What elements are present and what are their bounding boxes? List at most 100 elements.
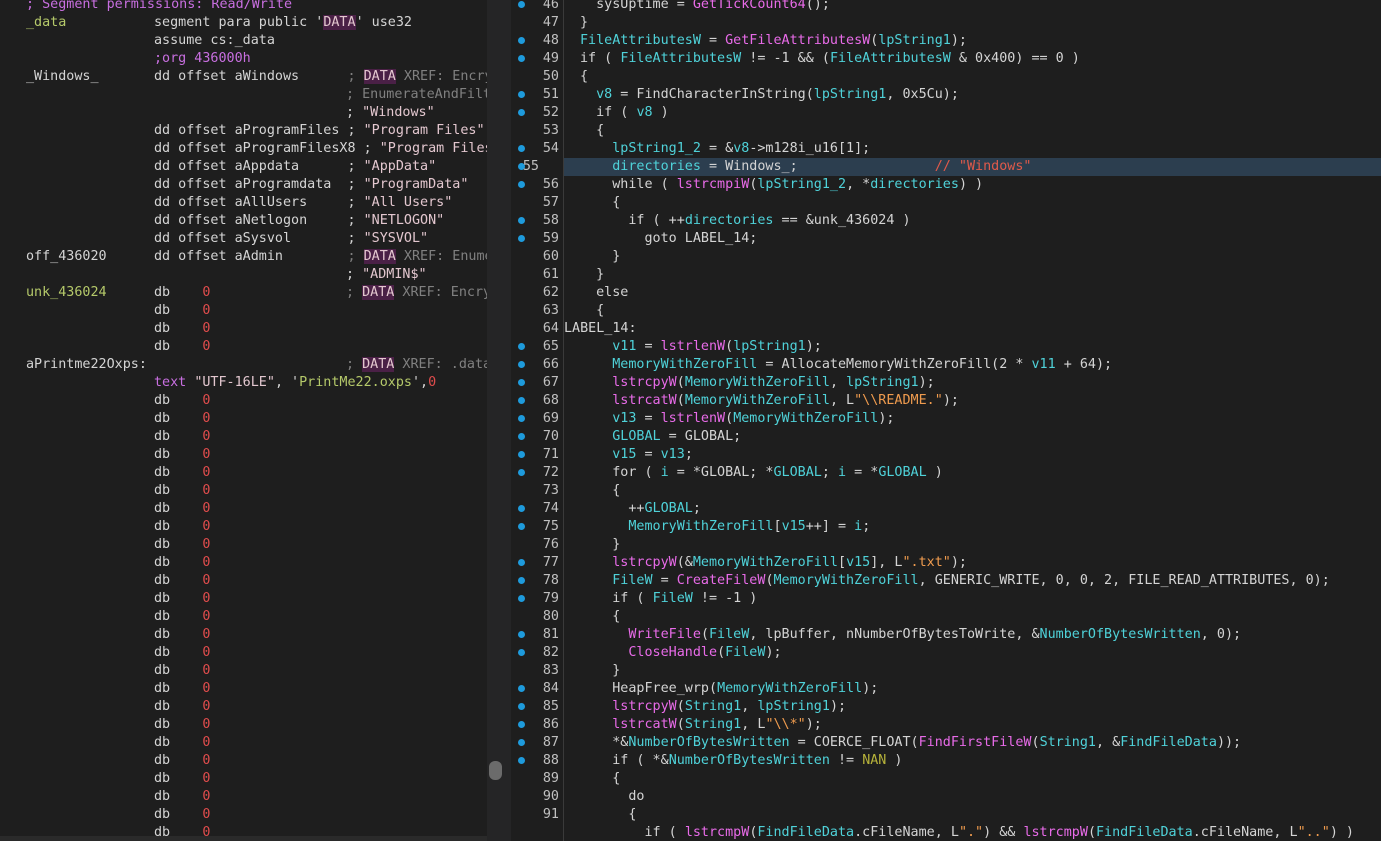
code-line[interactable]: 85 lstrcpyW(String1, lpString1);	[511, 698, 1381, 716]
disasm-line[interactable]: db 0	[0, 698, 487, 716]
disasm-line[interactable]: db 0	[0, 338, 487, 356]
breakpoint-dot-icon[interactable]	[518, 181, 525, 188]
disasm-line[interactable]: db 0	[0, 770, 487, 788]
breakpoint-dot-icon[interactable]	[518, 631, 525, 638]
disasm-line[interactable]: ;org 436000h	[0, 50, 487, 68]
code-line[interactable]: 76 }	[511, 536, 1381, 554]
code-line[interactable]: 91 {	[511, 806, 1381, 824]
code-line[interactable]: 70 GLOBAL = GLOBAL;	[511, 428, 1381, 446]
breakpoint-dot-icon[interactable]	[518, 379, 525, 386]
breakpoint-dot-icon[interactable]	[518, 757, 525, 764]
disasm-line[interactable]: db 0	[0, 626, 487, 644]
code-line[interactable]: 65 v11 = lstrlenW(lpString1);	[511, 338, 1381, 356]
disasm-line[interactable]: db 0	[0, 482, 487, 500]
code-line[interactable]: 67 lstrcpyW(MemoryWithZeroFill, lpString…	[511, 374, 1381, 392]
code-line[interactable]: 60 }	[511, 248, 1381, 266]
breakpoint-dot-icon[interactable]	[518, 91, 525, 98]
code-line[interactable]: 58 if ( ++directories == &unk_436024 )	[511, 212, 1381, 230]
breakpoint-dot-icon[interactable]	[518, 1, 525, 8]
disasm-line[interactable]: dd offset aProgramFilesX8 ; "Program Fil…	[0, 140, 487, 158]
code-line[interactable]: 66 MemoryWithZeroFill = AllocateMemoryWi…	[511, 356, 1381, 374]
code-line[interactable]: 69 v13 = lstrlenW(MemoryWithZeroFill);	[511, 410, 1381, 428]
disasm-line[interactable]: db 0	[0, 644, 487, 662]
breakpoint-dot-icon[interactable]	[518, 721, 525, 728]
breakpoint-dot-icon[interactable]	[518, 145, 525, 152]
disasm-line[interactable]: aPrintme22Oxps:; DATA XREF: .data	[0, 356, 487, 374]
disasm-line[interactable]: db 0	[0, 806, 487, 824]
disasm-line[interactable]: db 0	[0, 302, 487, 320]
disasm-line[interactable]: dd offset aProgramdata ; "ProgramData"	[0, 176, 487, 194]
breakpoint-dot-icon[interactable]	[518, 739, 525, 746]
breakpoint-dot-icon[interactable]	[518, 703, 525, 710]
code-line[interactable]: 71 v15 = v13;	[511, 446, 1381, 464]
code-line[interactable]: 72 for ( i = *GLOBAL; *GLOBAL; i = *GLOB…	[511, 464, 1381, 482]
disasm-line[interactable]: db 0	[0, 518, 487, 536]
code-line[interactable]: 52 if ( v8 )	[511, 104, 1381, 122]
code-line[interactable]: 47}	[511, 14, 1381, 32]
breakpoint-dot-icon[interactable]	[518, 523, 525, 530]
code-line[interactable]: 80 {	[511, 608, 1381, 626]
breakpoint-dot-icon[interactable]	[518, 361, 525, 368]
code-line[interactable]: 54 lpString1_2 = &v8->m128i_u16[1];	[511, 140, 1381, 158]
disasm-line[interactable]: db 0	[0, 716, 487, 734]
code-line[interactable]: 61 }	[511, 266, 1381, 284]
disasm-line[interactable]: _data segment para public 'DATA' use32	[0, 14, 487, 32]
disasm-line[interactable]: text "UTF-16LE", 'PrintMe22.oxps',0	[0, 374, 487, 392]
disasm-line[interactable]: db 0	[0, 680, 487, 698]
code-line[interactable]: 50 {	[511, 68, 1381, 86]
disassembly-pane[interactable]: ; Segment permissions: Read/Write _data se…	[0, 0, 487, 841]
disasm-line[interactable]: dd offset aAllUsers ; "All Users"	[0, 194, 487, 212]
breakpoint-dot-icon[interactable]	[518, 559, 525, 566]
code-line[interactable]: 88 if ( *&NumberOfBytesWritten != NAN )	[511, 752, 1381, 770]
code-line[interactable]: 74 ++GLOBAL;	[511, 500, 1381, 518]
code-line[interactable]: 48 FileAttributesW = GetFileAttributesW(l…	[511, 32, 1381, 50]
code-line[interactable]: if ( lstrcmpW(FindFileData.cFileName, L"…	[511, 824, 1381, 841]
disasm-line[interactable]: db 0	[0, 572, 487, 590]
disasm-line[interactable]: dd offset aSysvol ; "SYSVOL"	[0, 230, 487, 248]
disasm-line[interactable]: db 0	[0, 428, 487, 446]
code-line[interactable]: 57 {	[511, 194, 1381, 212]
breakpoint-dot-icon[interactable]	[518, 343, 525, 350]
disasm-line[interactable]: db 0	[0, 320, 487, 338]
disasm-line[interactable]: db 0	[0, 392, 487, 410]
disasm-line[interactable]: dd offset aProgramFiles ; "Program Files…	[0, 122, 487, 140]
code-line[interactable]: 62 else	[511, 284, 1381, 302]
code-line[interactable]: 83 }	[511, 662, 1381, 680]
scrollbar-thumb[interactable]	[489, 761, 502, 780]
disasm-line[interactable]: _Windows_ dd offset aWindows ; DATA XREF:…	[0, 68, 487, 86]
disasm-line[interactable]: off_436020 dd offset aAdmin ; DATA XREF: …	[0, 248, 487, 266]
disasm-line[interactable]: dd offset aAppdata ; "AppData"	[0, 158, 487, 176]
breakpoint-dot-icon[interactable]	[518, 217, 525, 224]
code-line[interactable]: 79 if ( FileW != -1 )	[511, 590, 1381, 608]
code-line[interactable]: 56 while ( lstrcmpiW(lpString1_2, *direc…	[511, 176, 1381, 194]
disasm-line[interactable]: db 0	[0, 662, 487, 680]
disasm-line[interactable]: db 0	[0, 500, 487, 518]
pseudocode-pane[interactable]: 46 sysUptime = GetTickCount64(); 47} 48 Fil…	[511, 0, 1381, 841]
disasm-line[interactable]: ; "ADMIN$"	[0, 266, 487, 284]
code-line[interactable]: 78 FileW = CreateFileW(MemoryWithZeroFil…	[511, 572, 1381, 590]
breakpoint-dot-icon[interactable]	[518, 37, 525, 44]
code-line[interactable]: 68 lstrcatW(MemoryWithZeroFill, L"\\READ…	[511, 392, 1381, 410]
code-line[interactable]: 77 lstrcpyW(&MemoryWithZeroFill[v15], L"…	[511, 554, 1381, 572]
breakpoint-dot-icon[interactable]	[518, 649, 525, 656]
code-line[interactable]: 49 if ( FileAttributesW != -1 && (FileAtt…	[511, 50, 1381, 68]
breakpoint-dot-icon[interactable]	[518, 109, 525, 116]
disasm-line[interactable]: unk_436024 db 0; DATA XREF: Encry	[0, 284, 487, 302]
code-line[interactable]: 46 sysUptime = GetTickCount64();	[511, 0, 1381, 14]
code-line[interactable]: 55 directories = Windows_; // "Windows"	[518, 158, 1381, 176]
disasm-line[interactable]: assume cs:_data	[0, 32, 487, 50]
code-line[interactable]: 84 HeapFree_wrp(MemoryWithZeroFill);	[511, 680, 1381, 698]
code-line[interactable]: 87 *&NumberOfBytesWritten = COERCE_FLOAT…	[511, 734, 1381, 752]
code-line[interactable]: 90 do	[511, 788, 1381, 806]
breakpoint-dot-icon[interactable]	[518, 433, 525, 440]
disasm-line[interactable]: db 0	[0, 554, 487, 572]
disasm-line[interactable]: db 0	[0, 410, 487, 428]
code-line[interactable]: 81 WriteFile(FileW, lpBuffer, nNumberOfB…	[511, 626, 1381, 644]
horizontal-scrollbar[interactable]	[0, 836, 487, 841]
disasm-line[interactable]: db 0	[0, 752, 487, 770]
code-line[interactable]: 86 lstrcatW(String1, L"\\*");	[511, 716, 1381, 734]
disasm-line[interactable]: db 0	[0, 536, 487, 554]
disasm-line[interactable]: db 0	[0, 788, 487, 806]
code-line[interactable]: 89 {	[511, 770, 1381, 788]
breakpoint-dot-icon[interactable]	[518, 469, 525, 476]
